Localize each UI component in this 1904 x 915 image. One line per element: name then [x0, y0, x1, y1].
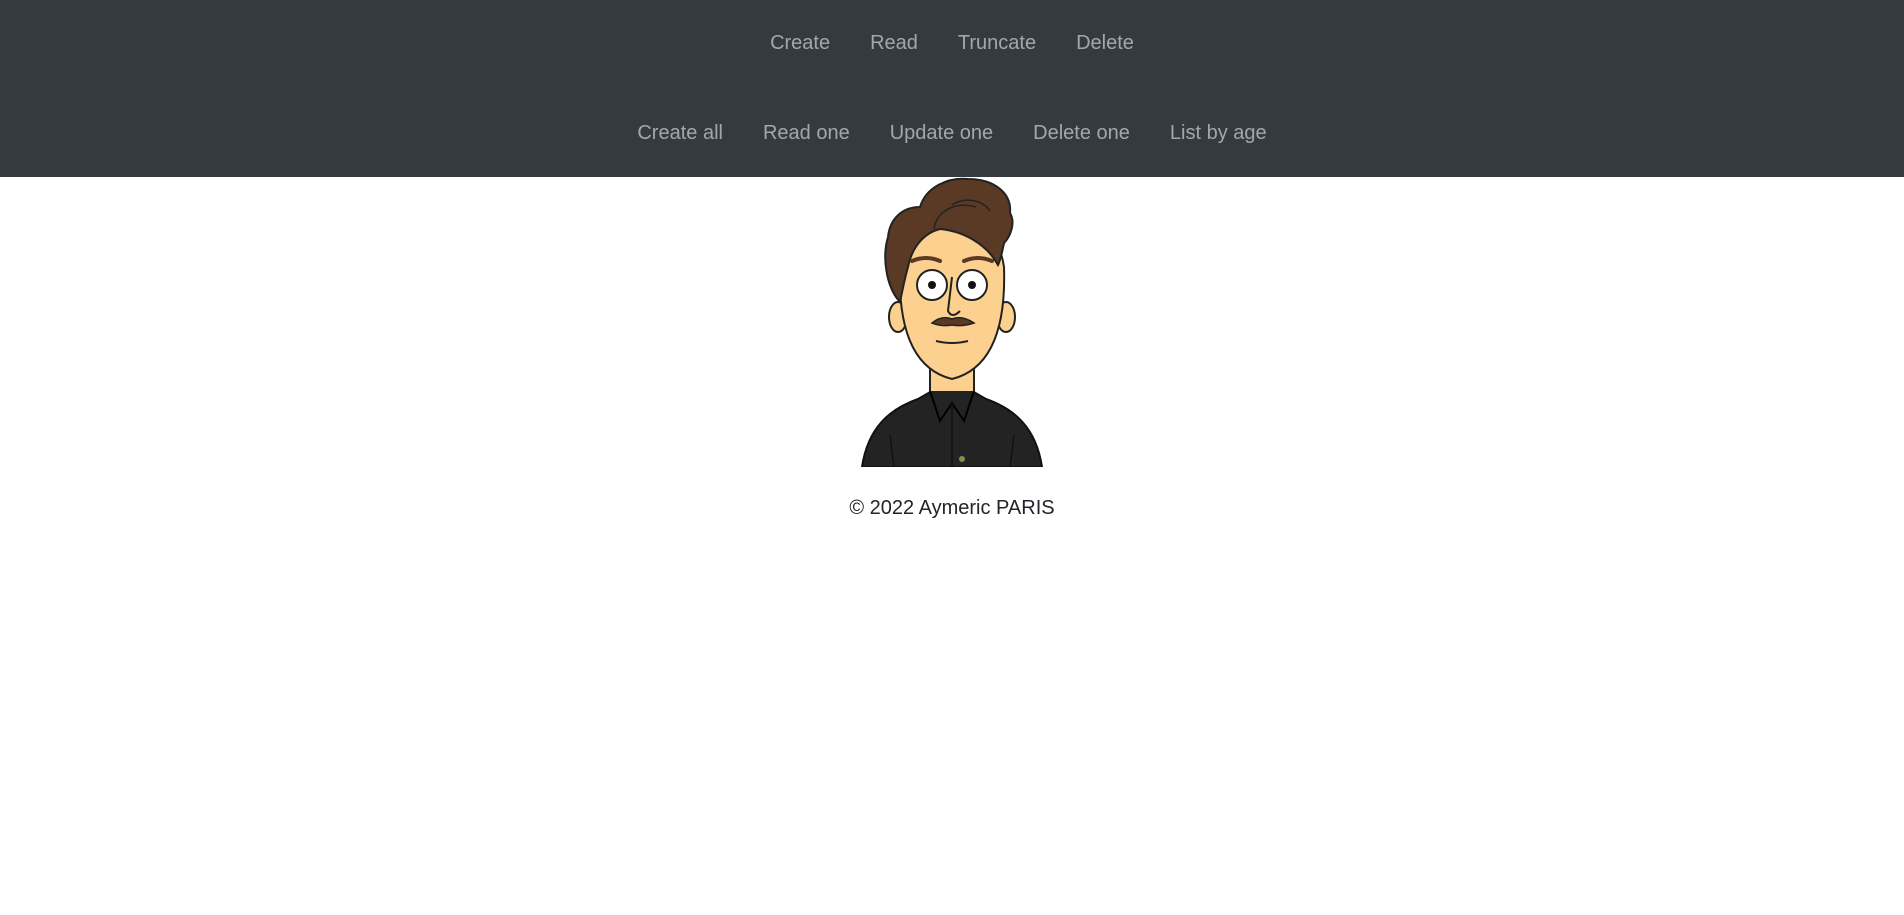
nav-link-create[interactable]: Create — [770, 32, 830, 55]
nav-link-read[interactable]: Read — [870, 32, 918, 55]
cartoon-man-avatar-icon — [860, 177, 1044, 468]
nav-link-read-one[interactable]: Read one — [763, 122, 850, 145]
nav-link-create-all[interactable]: Create all — [637, 122, 723, 145]
nav-row-secondary: Create all Read one Update one Delete on… — [0, 116, 1904, 150]
nav-link-update-one[interactable]: Update one — [890, 122, 993, 145]
nav-row-primary: Create Read Truncate Delete — [0, 26, 1904, 60]
nav-link-delete[interactable]: Delete — [1076, 32, 1134, 55]
nav-link-truncate[interactable]: Truncate — [958, 32, 1036, 55]
top-navbar: Create Read Truncate Delete Create all R… — [0, 0, 1904, 177]
nav-link-delete-one[interactable]: Delete one — [1033, 122, 1130, 145]
footer-copyright: © 2022 Aymeric PARIS — [849, 497, 1055, 519]
nav-link-list-by-age[interactable]: List by age — [1170, 122, 1267, 145]
avatar — [860, 177, 1044, 468]
